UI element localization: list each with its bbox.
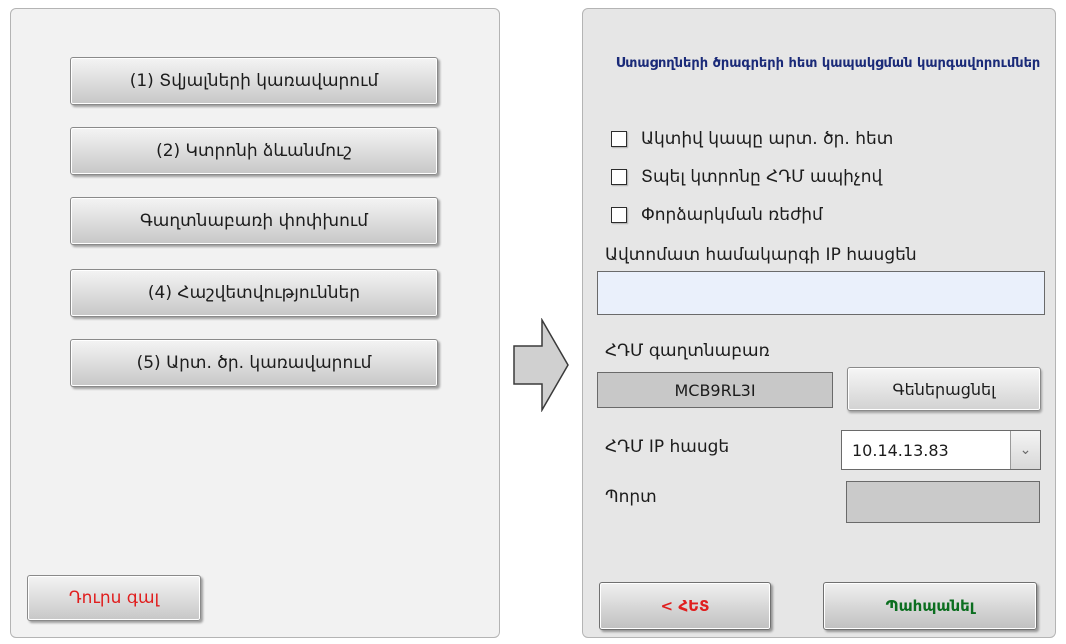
connection-settings-panel: Ստացողների ծրագրերի հետ կապակցման կարգավ… [582, 8, 1056, 638]
print-receipt-checkbox[interactable] [611, 169, 627, 185]
hdm-ip-select[interactable]: 10.14.13.83 ⌄ [841, 430, 1041, 470]
save-button[interactable]: Պահպանել [823, 582, 1037, 630]
test-mode-row[interactable]: Փորձարկման ռեժիմ [611, 205, 823, 225]
settings-title: Ստացողների ծրագրերի հետ կապակցման կարգավ… [615, 56, 1041, 71]
generate-button[interactable]: Գեներացնել [847, 367, 1041, 411]
active-connection-label: Ակտիվ կապը արտ. ծր. հետ [641, 129, 894, 149]
receipt-template-button[interactable]: (2) Կտրոնի ձևանմուշ [70, 127, 438, 175]
reports-button[interactable]: (4) Հաշվետվություններ [70, 269, 438, 317]
test-mode-label: Փորձարկման ռեժիմ [641, 205, 823, 225]
right-arrow-icon [513, 318, 569, 412]
test-mode-checkbox[interactable] [611, 207, 627, 223]
print-receipt-label: Տպել կտրոնը ՀԴՄ ապիչով [641, 167, 883, 187]
external-programs-button[interactable]: (5) Արտ. ծր. կառավարում [70, 339, 438, 387]
hdm-password-field[interactable]: MCB9RL3I [597, 372, 833, 408]
ip-address-label: Ավտոմատ համակարգի IP հասցեն [605, 245, 917, 265]
data-management-button[interactable]: (1) Տվյալների կառավարում [70, 57, 438, 105]
active-connection-row[interactable]: Ակտիվ կապը արտ. ծր. հետ [611, 129, 893, 149]
port-field[interactable] [846, 481, 1040, 523]
chevron-down-icon[interactable]: ⌄ [1010, 431, 1040, 469]
print-receipt-row[interactable]: Տպել կտրոնը ՀԴՄ ապիչով [611, 167, 882, 187]
hdm-ip-label: ՀԴՄ IP հասցե [605, 437, 730, 457]
exit-button[interactable]: Դուրս գալ [27, 575, 201, 621]
change-password-button[interactable]: Գաղտնաբառի փոփխում [70, 197, 438, 245]
hdm-password-label: ՀԴՄ գաղտնաբառ [605, 341, 770, 361]
main-menu-panel: (1) Տվյալների կառավարում (2) Կտրոնի ձևան… [10, 8, 500, 638]
hdm-ip-value: 10.14.13.83 [852, 440, 949, 460]
active-connection-checkbox[interactable] [611, 131, 627, 147]
port-label: Պորտ [605, 487, 657, 507]
back-button[interactable]: < ՀԵՏ [599, 582, 771, 630]
ip-address-input[interactable] [597, 271, 1045, 315]
